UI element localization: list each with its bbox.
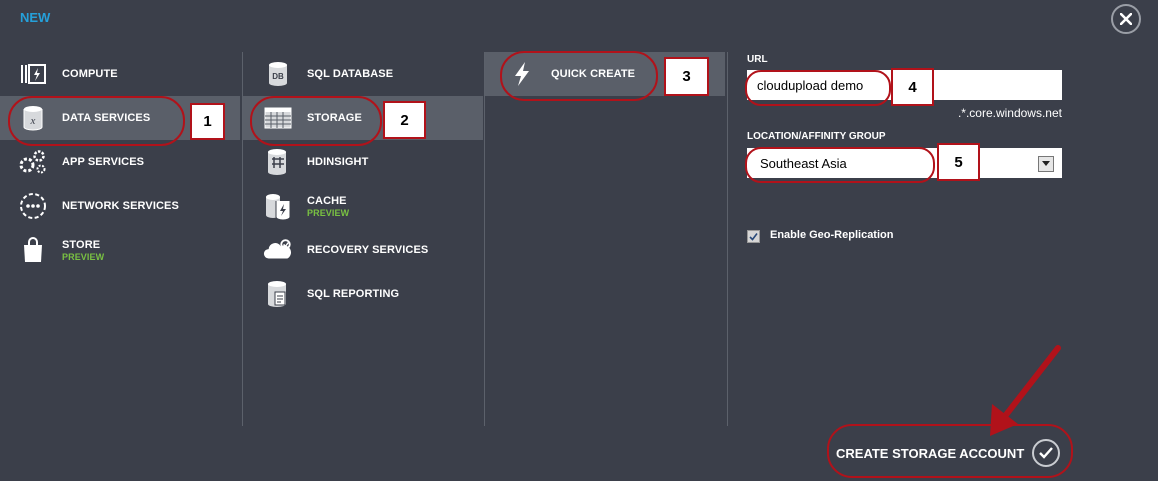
dropdown-arrow-button[interactable] — [1038, 156, 1054, 172]
category-label: APP SERVICES — [62, 156, 145, 168]
page-title: NEW — [20, 10, 51, 25]
column-divider — [484, 52, 485, 426]
service-list: DB SQL DATABASE STORAGE HDINSIGHT CACHE … — [243, 52, 483, 316]
chevron-down-icon — [1042, 161, 1050, 166]
service-cache[interactable]: CACHE PREVIEW — [243, 184, 483, 228]
app-services-icon — [18, 147, 48, 177]
annotation-number-4: 4 — [891, 68, 934, 106]
service-label: SQL DATABASE — [307, 68, 394, 80]
close-icon — [1120, 13, 1132, 25]
annotation-oval — [8, 96, 185, 146]
service-hdinsight[interactable]: HDINSIGHT — [243, 140, 483, 184]
service-sql-reporting[interactable]: SQL REPORTING — [243, 272, 483, 316]
service-recovery-services[interactable]: RECOVERY SERVICES — [243, 228, 483, 272]
annotation-number-1: 1 — [190, 103, 225, 140]
sql-database-icon: DB — [263, 59, 293, 89]
category-compute[interactable]: COMPUTE — [0, 52, 240, 96]
cache-icon — [263, 191, 293, 221]
geo-replication-checkbox[interactable] — [747, 230, 760, 243]
location-label: LOCATION/AFFINITY GROUP — [747, 131, 886, 142]
annotation-oval — [500, 51, 658, 101]
sql-reporting-icon — [263, 279, 293, 309]
url-label: URL — [747, 54, 768, 65]
category-label: NETWORK SERVICES — [62, 200, 179, 212]
compute-icon — [18, 59, 48, 89]
preview-badge: PREVIEW — [62, 251, 105, 262]
hdinsight-icon — [263, 147, 293, 177]
column-divider — [727, 52, 728, 426]
annotation-arrow — [990, 345, 1061, 436]
geo-replication-label: Enable Geo-Replication — [770, 229, 894, 241]
service-label: HDINSIGHT — [307, 156, 369, 168]
annotation-number-2: 2 — [383, 101, 426, 139]
service-label: SQL REPORTING — [307, 288, 400, 300]
annotation-number-5: 5 — [937, 143, 980, 181]
annotation-oval — [250, 96, 382, 146]
recovery-services-icon — [263, 235, 293, 265]
checkmark-icon — [749, 233, 758, 241]
annotation-oval — [745, 70, 891, 106]
category-label: COMPUTE — [62, 68, 118, 80]
annotation-number-3: 3 — [664, 57, 709, 96]
service-label: CACHE PREVIEW — [307, 194, 350, 218]
close-button[interactable] — [1111, 4, 1141, 34]
svg-text:DB: DB — [272, 72, 284, 81]
url-suffix: .*.core.windows.net — [957, 106, 1062, 120]
category-app-services[interactable]: APP SERVICES — [0, 140, 240, 184]
network-services-icon — [18, 191, 48, 221]
service-sql-database[interactable]: DB SQL DATABASE — [243, 52, 483, 96]
preview-badge: PREVIEW — [307, 207, 350, 218]
store-icon — [18, 235, 48, 265]
annotation-oval — [745, 147, 935, 183]
category-label: STORE PREVIEW — [62, 238, 105, 262]
category-store[interactable]: STORE PREVIEW — [0, 228, 240, 272]
category-network-services[interactable]: NETWORK SERVICES — [0, 184, 240, 228]
category-list: COMPUTE x DATA SERVICES APP SERVICES NET… — [0, 52, 240, 272]
service-label: RECOVERY SERVICES — [307, 244, 429, 256]
